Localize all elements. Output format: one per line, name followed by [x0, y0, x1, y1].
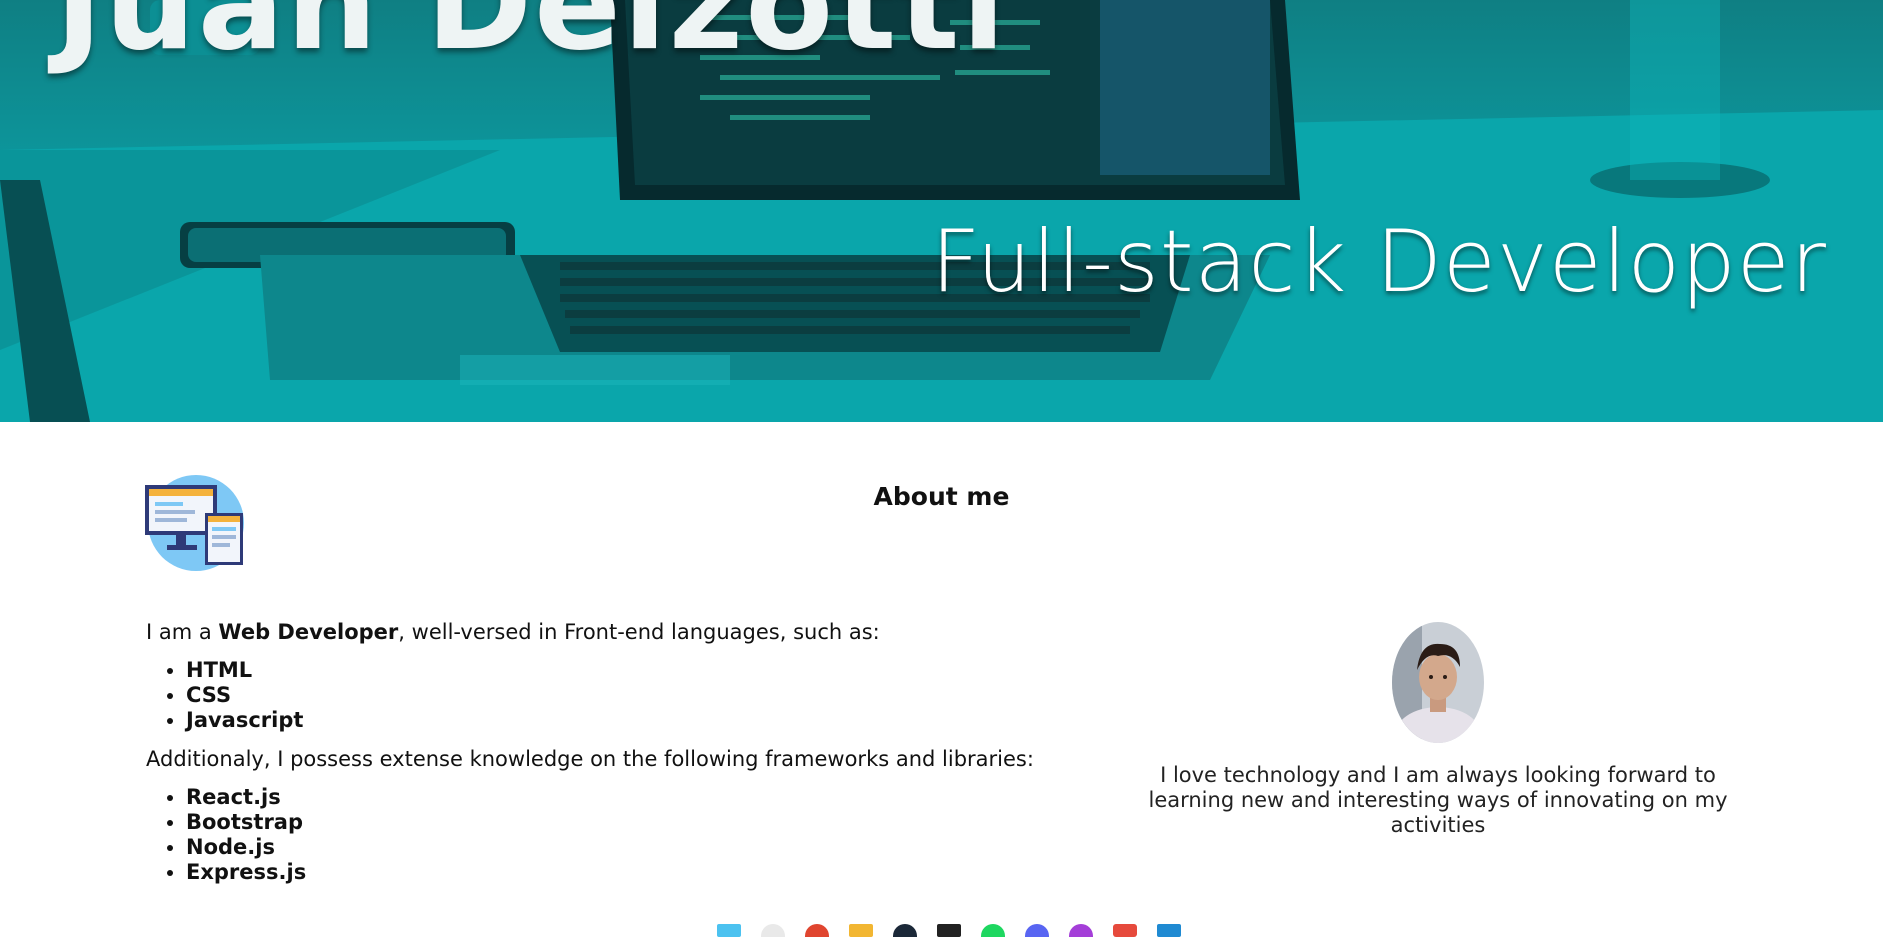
list-item: Javascript [186, 708, 1046, 733]
spotify-icon[interactable] [981, 924, 1005, 937]
profile-photo [1392, 622, 1484, 743]
windows-icon[interactable] [717, 924, 741, 937]
frameworks-intro: Additionaly, I possess extense knowledge… [146, 747, 1034, 771]
folder-icon[interactable] [849, 924, 873, 937]
list-item: React.js [186, 785, 1046, 810]
vscode-icon[interactable] [1157, 924, 1181, 937]
epic-icon[interactable] [937, 924, 961, 937]
intro-strong: Web Developer [218, 620, 399, 644]
skills-section: I am a Web Developer, well-versed in Fro… [146, 620, 1046, 899]
steam-icon[interactable] [893, 924, 917, 937]
hero-subtitle: Full-stack Developer [930, 212, 1827, 312]
list-item: HTML [186, 658, 1046, 683]
bio-section: I love technology and I am always lookin… [1140, 622, 1736, 838]
list-item: Express.js [186, 860, 1046, 885]
search-icon[interactable] [761, 924, 785, 937]
discord-icon[interactable] [1025, 924, 1049, 937]
list-item: CSS [186, 683, 1046, 708]
languages-list: HTML CSS Javascript [146, 658, 1046, 733]
calendar-icon[interactable] [1113, 924, 1137, 937]
podcast-icon[interactable] [1069, 924, 1093, 937]
intro-paragraph: I am a Web Developer, well-versed in Fro… [146, 620, 1046, 644]
list-item: Node.js [186, 835, 1046, 860]
bio-text: I love technology and I am always lookin… [1148, 763, 1728, 837]
intro-prefix: I am a [146, 620, 219, 644]
taskbar [0, 924, 1883, 937]
intro-suffix: , well-versed in Front-end languages, su… [398, 620, 880, 644]
list-item: Bootstrap [186, 810, 1046, 835]
about-title: About me [873, 482, 1010, 511]
chrome-icon[interactable] [805, 924, 829, 937]
hero-banner: Juan Delzotti Full-stack Developer [0, 0, 1883, 422]
frameworks-list: React.js Bootstrap Node.js Express.js [146, 785, 1046, 885]
hero-name: Juan Delzotti [55, 0, 1008, 79]
